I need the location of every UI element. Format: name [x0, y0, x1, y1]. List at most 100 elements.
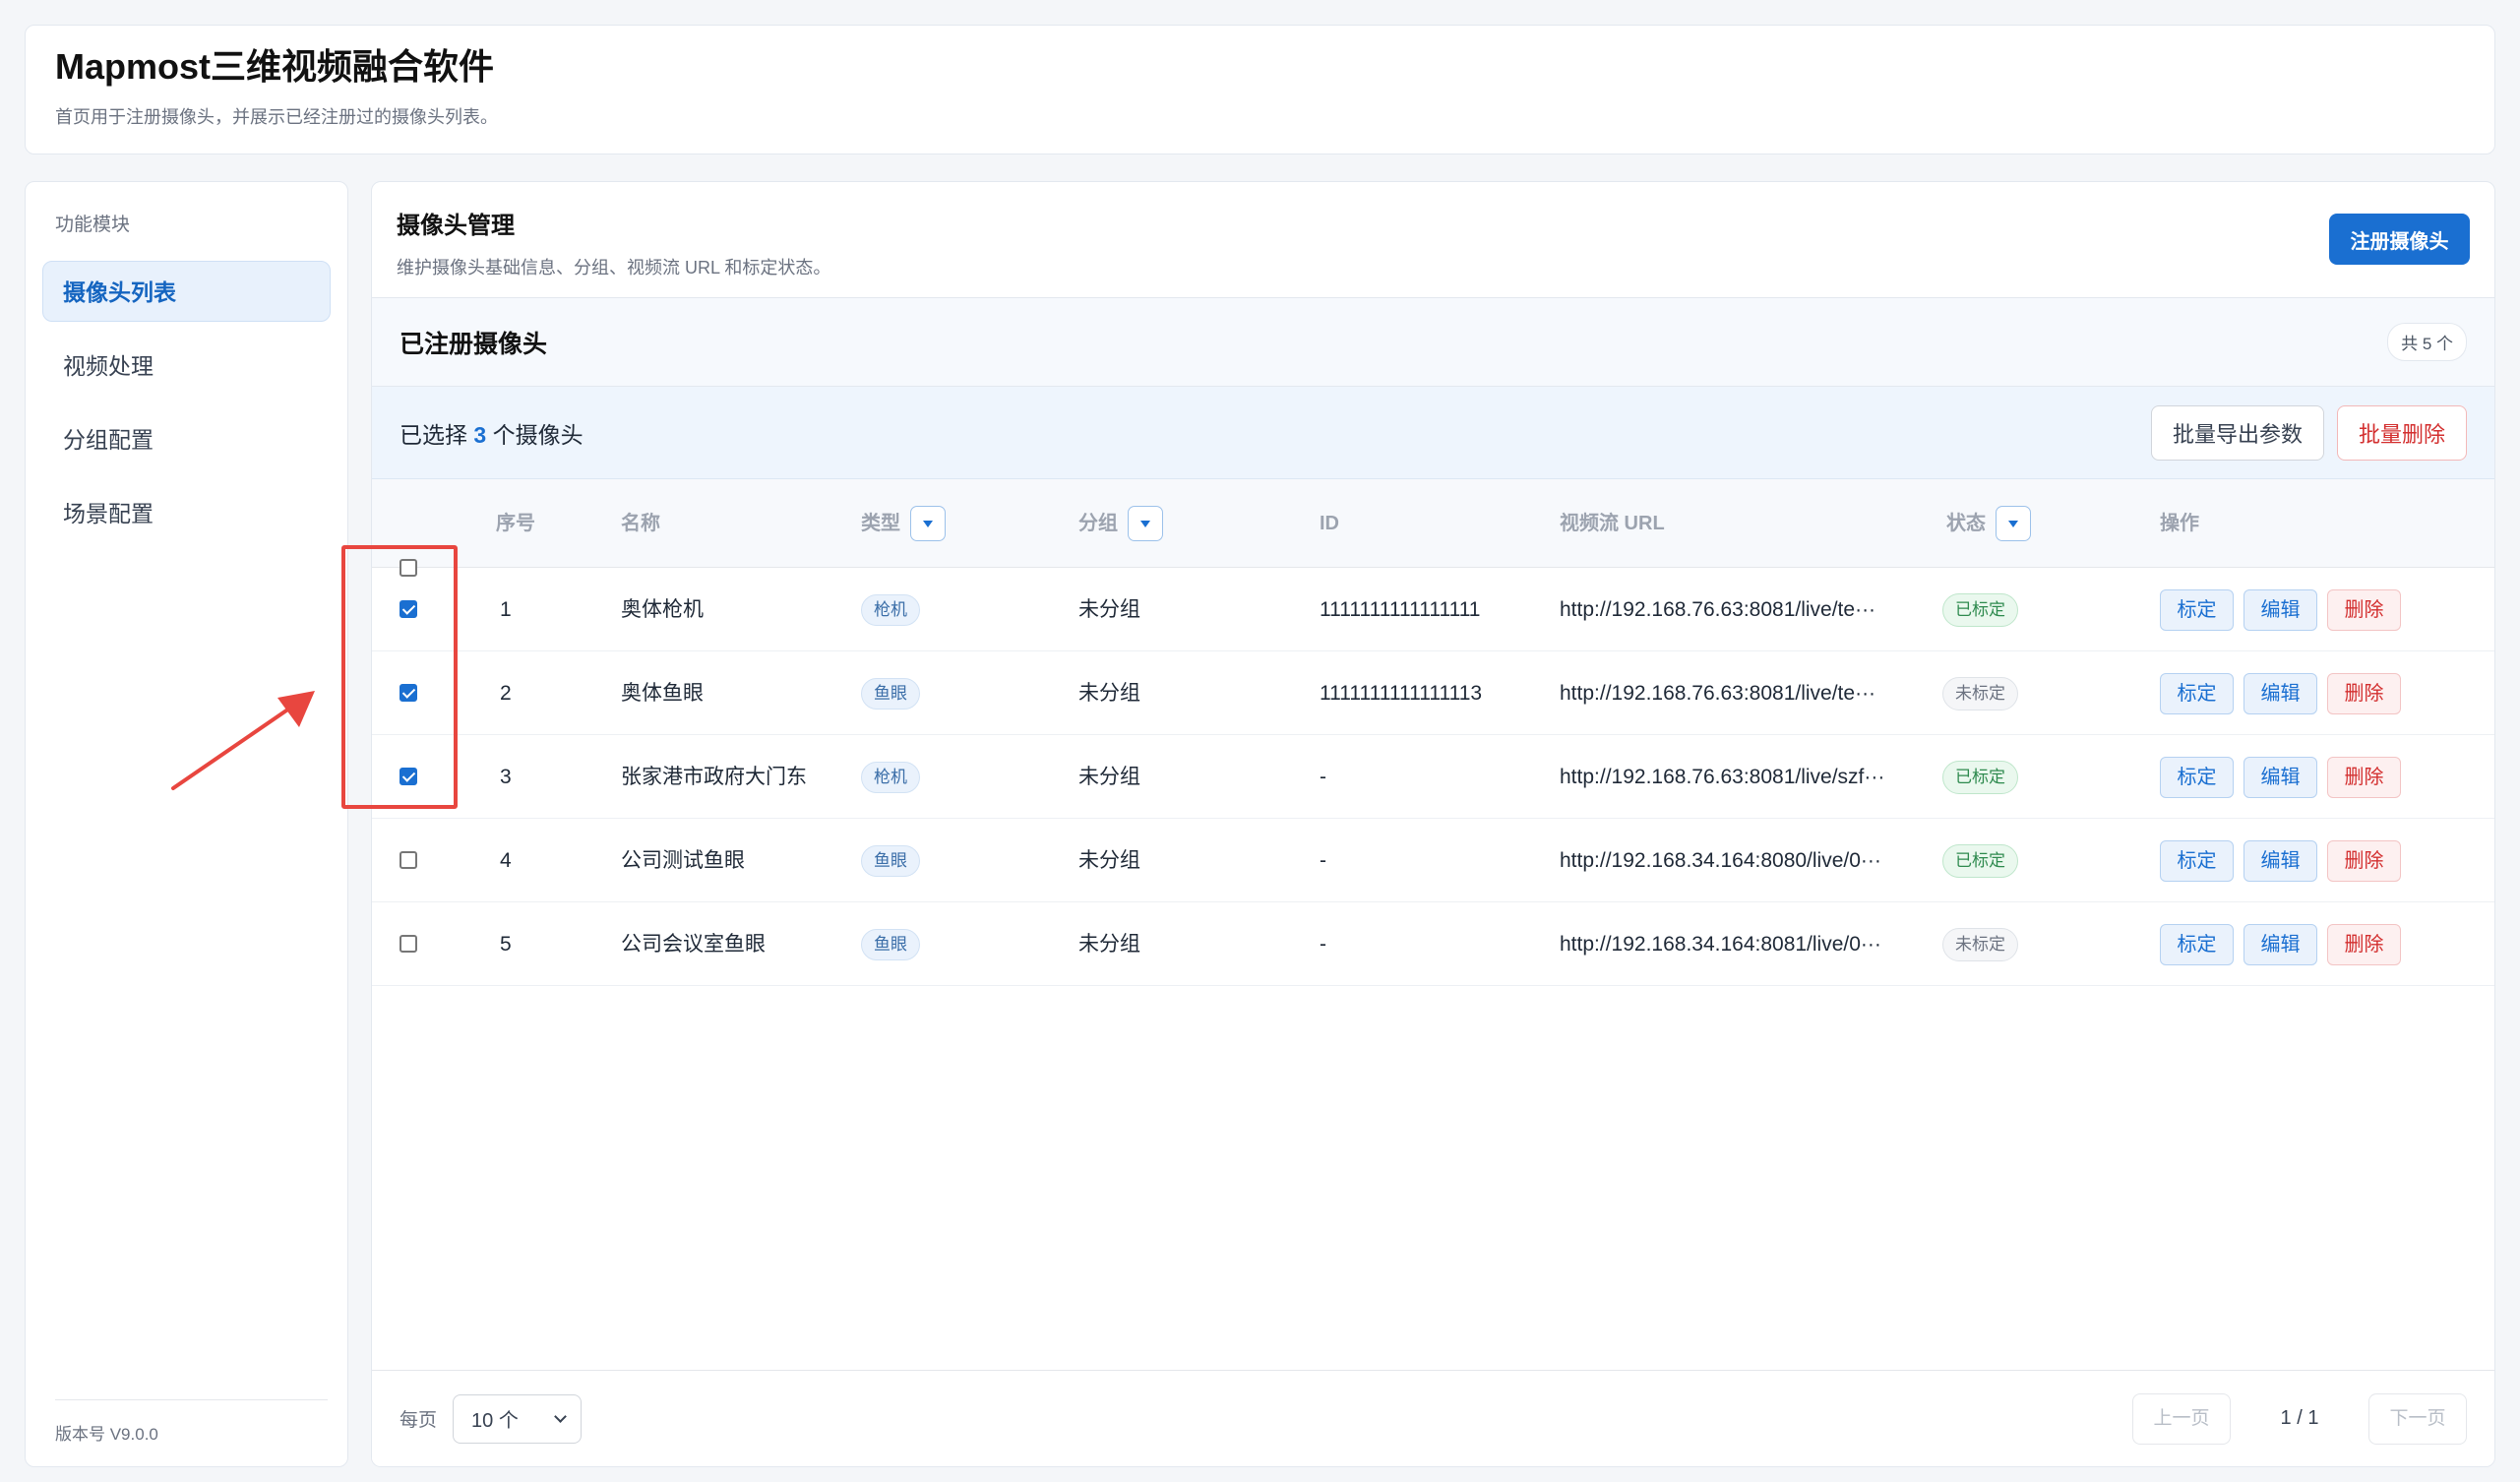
row-actions: 标定 编辑 删除 [2160, 819, 2411, 902]
row-status: 已标定 [1942, 735, 2018, 819]
row-checkbox[interactable] [400, 851, 417, 869]
status-badge: 未标定 [1942, 928, 2018, 962]
col-status: 状态 [1946, 513, 1986, 534]
pager-controls: 上一页 1 / 1 下一页 [2132, 1392, 2467, 1445]
row-status: 已标定 [1942, 819, 2018, 902]
row-type: 鱼眼 [861, 902, 920, 986]
delete-button[interactable]: 删除 [2327, 924, 2401, 966]
calibrate-button[interactable]: 标定 [2160, 673, 2234, 715]
sidebar-item-camera-list[interactable]: 摄像头列表 [42, 261, 331, 322]
delete-button[interactable]: 删除 [2327, 589, 2401, 632]
row-name: 奥体枪机 [621, 598, 704, 621]
version-label: 版本号 V9.0.0 [55, 1399, 328, 1445]
bulk-delete-button[interactable]: 批量删除 [2336, 404, 2467, 461]
row-name: 奥体鱼眼 [621, 682, 704, 705]
col-url: 视频流 URL [1560, 513, 1665, 534]
row-name: 张家港市政府大门东 [621, 766, 807, 788]
registered-title: 已注册摄像头 [400, 330, 548, 358]
table-body: 1 奥体枪机 枪机 未分组 1111111111111111 http://192.168… [372, 568, 2494, 986]
row-actions: 标定 编辑 删除 [2160, 568, 2411, 651]
table-row[interactable]: 5 公司会议室鱼眼 鱼眼 未分组 - http://192.168.34.164:8081… [372, 902, 2494, 986]
table-row[interactable]: 4 公司测试鱼眼 鱼眼 未分组 - http://192.168.34.164:8080/… [372, 819, 2494, 902]
sidebar-item-video-processing[interactable]: 视频处理 [42, 335, 331, 396]
edit-button[interactable]: 编辑 [2243, 589, 2317, 632]
row-type: 枪机 [861, 735, 920, 819]
type-badge: 鱼眼 [861, 929, 920, 961]
row-name: 公司会议室鱼眼 [621, 933, 766, 956]
row-actions: 标定 编辑 删除 [2160, 902, 2411, 986]
row-id: - [1320, 766, 1326, 788]
status-badge: 已标定 [1942, 761, 2018, 795]
row-checkbox[interactable] [400, 935, 417, 953]
row-url: http://192.168.34.164:8081/live/0··· [1560, 933, 1881, 956]
app-title: Mapmost三维视频融合软件 [55, 46, 495, 87]
type-badge: 鱼眼 [861, 845, 920, 878]
calibrate-button[interactable]: 标定 [2160, 924, 2234, 966]
main-panel: 摄像头管理 维护摄像头基础信息、分组、视频流 URL 和标定状态。 注册摄像头 … [371, 181, 2495, 1467]
type-badge: 鱼眼 [861, 678, 920, 710]
pagination: 每页 10 个 上一页 1 / 1 下一页 [372, 1370, 2494, 1466]
col-index: 序号 [496, 513, 535, 534]
selection-info: 已选择 3 个摄像头 [400, 416, 584, 450]
delete-button[interactable]: 删除 [2327, 673, 2401, 715]
edit-button[interactable]: 编辑 [2243, 840, 2317, 883]
row-url: http://192.168.76.63:8081/live/szf··· [1560, 766, 1885, 788]
col-group-header: 分组 [1078, 479, 1163, 568]
registered-header: 已注册摄像头 共 5 个 [372, 298, 2494, 387]
table-row[interactable]: 2 奥体鱼眼 鱼眼 未分组 1111111111111113 http://192.168… [372, 651, 2494, 735]
prev-page-button[interactable]: 上一页 [2132, 1392, 2231, 1445]
sidebar-item-scene-config[interactable]: 场景配置 [42, 482, 331, 543]
row-id: - [1320, 849, 1326, 872]
sidebar: 功能模块 摄像头列表 视频处理 分组配置 场景配置 版本号 V9.0.0 [25, 181, 348, 1467]
bulk-export-button[interactable]: 批量导出参数 [2150, 404, 2324, 461]
calibrate-button[interactable]: 标定 [2160, 757, 2234, 799]
table-header: 序号 名称 类型 分组 ID 视频流 URL 状态 操作 [372, 479, 2494, 577]
row-group: 未分组 [1078, 598, 1140, 621]
row-status: 已标定 [1942, 568, 2018, 651]
row-index: 1 [500, 598, 512, 621]
row-type: 鱼眼 [861, 819, 920, 902]
selection-bar: 已选择 3 个摄像头 批量导出参数 批量删除 [372, 387, 2494, 479]
sidebar-section-label: 功能模块 [55, 215, 131, 235]
edit-button[interactable]: 编辑 [2243, 757, 2317, 799]
register-camera-button[interactable]: 注册摄像头 [2329, 214, 2470, 265]
app-header: Mapmost三维视频融合软件 首页用于注册摄像头，并展示已经注册过的摄像头列表… [25, 25, 2495, 154]
calibrate-button[interactable]: 标定 [2160, 840, 2234, 883]
row-name: 公司测试鱼眼 [621, 849, 745, 872]
row-checkbox[interactable] [400, 768, 417, 785]
row-index: 5 [500, 933, 512, 956]
row-group: 未分组 [1078, 849, 1140, 872]
edit-button[interactable]: 编辑 [2243, 673, 2317, 715]
table-row[interactable]: 3 张家港市政府大门东 枪机 未分组 - http://192.168.76.63:808… [372, 735, 2494, 819]
row-checkbox[interactable] [400, 600, 417, 618]
edit-button[interactable]: 编辑 [2243, 924, 2317, 966]
status-filter-button[interactable] [1996, 506, 2031, 541]
row-index: 2 [500, 682, 512, 705]
type-filter-button[interactable] [910, 506, 946, 541]
status-badge: 已标定 [1942, 593, 2018, 628]
row-actions: 标定 编辑 删除 [2160, 651, 2411, 735]
next-page-button[interactable]: 下一页 [2368, 1392, 2467, 1445]
bulk-actions: 批量导出参数 批量删除 [2150, 404, 2467, 461]
col-type-header: 类型 [861, 479, 946, 568]
row-checkbox[interactable] [400, 684, 417, 702]
row-id: 1111111111111111 [1320, 598, 1481, 621]
sidebar-item-group-config[interactable]: 分组配置 [42, 408, 331, 469]
col-group: 分组 [1078, 513, 1118, 534]
col-id: ID [1320, 513, 1339, 534]
page-indicator: 1 / 1 [2280, 1407, 2319, 1429]
per-page-select[interactable]: 10 个 [453, 1393, 583, 1444]
table-row[interactable]: 1 奥体枪机 枪机 未分组 1111111111111111 http://192.168… [372, 568, 2494, 651]
row-group: 未分组 [1078, 766, 1140, 788]
delete-button[interactable]: 删除 [2327, 840, 2401, 883]
calibrate-button[interactable]: 标定 [2160, 589, 2234, 632]
row-url: http://192.168.76.63:8081/live/te··· [1560, 682, 1876, 705]
row-url: http://192.168.76.63:8081/live/te··· [1560, 598, 1876, 621]
row-index: 4 [500, 849, 512, 872]
delete-button[interactable]: 删除 [2327, 757, 2401, 799]
filter-caret-icon [2008, 520, 2018, 527]
col-actions: 操作 [2160, 513, 2199, 534]
group-filter-button[interactable] [1128, 506, 1163, 541]
selection-count: 3 [473, 421, 487, 448]
filter-caret-icon [1140, 520, 1150, 527]
